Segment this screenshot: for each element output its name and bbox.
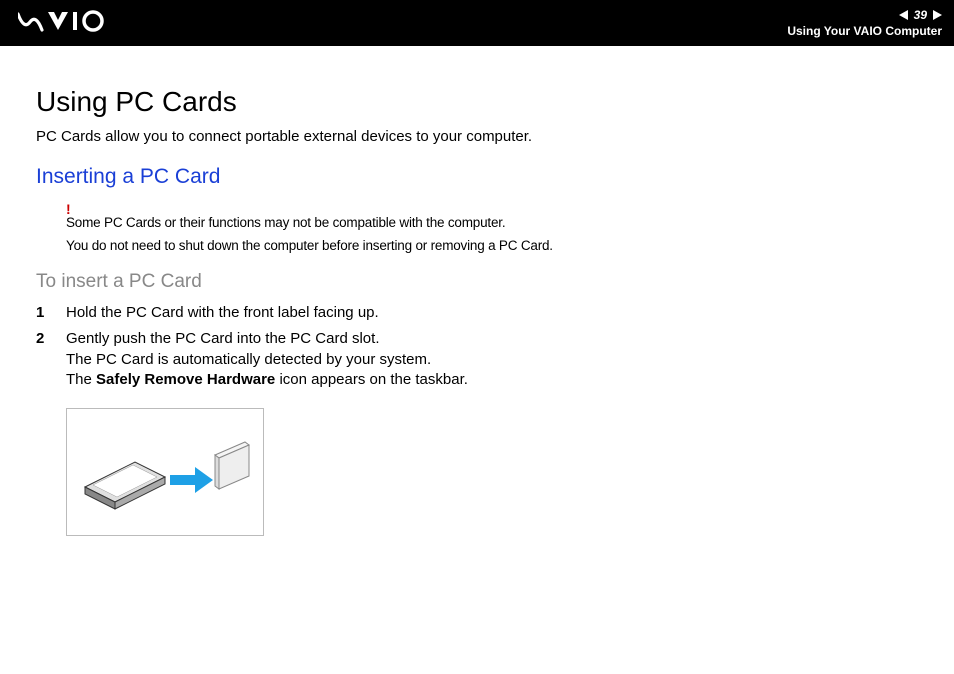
warning-block: ! Some PC Cards or their functions may n… — [66, 201, 918, 253]
step-text: Hold the PC Card with the front label fa… — [66, 303, 918, 323]
header-right: 39 Using Your VAIO Computer — [787, 8, 942, 38]
vaio-logo — [18, 10, 118, 37]
warning-text-1: Some PC Cards or their functions may not… — [66, 215, 918, 230]
steps-list: 1 Hold the PC Card with the front label … — [36, 303, 918, 390]
step-number: 2 — [36, 329, 66, 390]
page-content: Using PC Cards PC Cards allow you to con… — [0, 46, 954, 536]
header-bar: 39 Using Your VAIO Computer — [0, 0, 954, 46]
pc-card-illustration — [66, 408, 264, 536]
bold-term: Safely Remove Hardware — [96, 371, 275, 388]
section-title: Using Your VAIO Computer — [787, 24, 942, 38]
page-navigator: 39 — [899, 8, 942, 22]
prev-page-icon[interactable] — [899, 10, 908, 20]
page-title: Using PC Cards — [36, 86, 918, 118]
next-page-icon[interactable] — [933, 10, 942, 20]
warning-text-2: You do not need to shut down the compute… — [66, 238, 918, 253]
arrow-right-icon — [170, 467, 213, 493]
task-heading: To insert a PC Card — [36, 271, 918, 293]
intro-text: PC Cards allow you to connect portable e… — [36, 128, 918, 145]
pc-card-icon — [85, 462, 165, 509]
card-slot-icon — [215, 442, 249, 489]
list-item: 2 Gently push the PC Card into the PC Ca… — [36, 329, 918, 390]
page-number: 39 — [914, 8, 927, 22]
sub-heading: Inserting a PC Card — [36, 165, 918, 189]
step-text: Gently push the PC Card into the PC Card… — [66, 329, 918, 390]
step-number: 1 — [36, 303, 66, 323]
list-item: 1 Hold the PC Card with the front label … — [36, 303, 918, 323]
